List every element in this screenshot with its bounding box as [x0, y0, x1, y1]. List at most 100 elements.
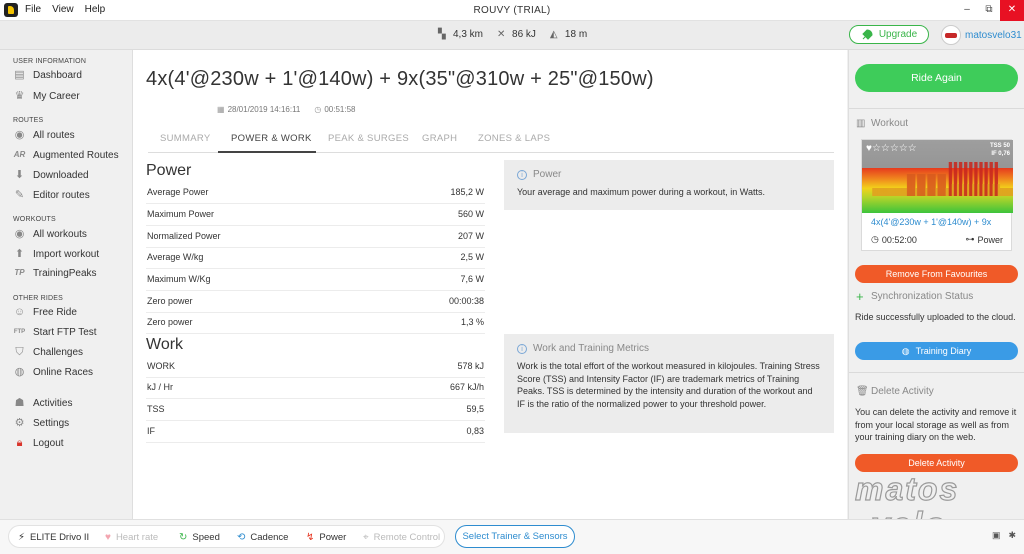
training-diary-label: Training Diary [915, 346, 972, 356]
duration-value: 00:51:58 [324, 105, 356, 114]
sensor-remote-control[interactable]: ⌖ Remote Control [363, 532, 440, 543]
sidebar-item-free-ride[interactable]: ☺ Free Ride [13, 306, 77, 318]
row-label: TSS [147, 404, 165, 414]
sensor-heart-rate[interactable]: ♥ Heart rate [105, 532, 158, 543]
speed-icon: ↻ [179, 532, 188, 543]
table-row: Zero power 00:00:38 [146, 291, 485, 313]
sidebar-item-all-routes[interactable]: ◉ All routes [13, 129, 75, 141]
top-info-bar: ▚ 4,3 km ✕ 86 kJ ◭ 18 m Upgrade matosvel… [0, 21, 1024, 50]
sensor-label: Cadence [250, 532, 289, 543]
window-controls: – ⧉ ✕ [956, 0, 1024, 21]
sync-heading: + Synchronization Status [856, 290, 973, 303]
cutlery-icon: ✕ [497, 29, 506, 40]
row-label: Zero power [147, 317, 193, 327]
row-value: 00:00:38 [448, 296, 484, 306]
workout-card[interactable]: ♥☆☆☆☆☆ TSS 50 IF 0,76 4x(4'@230w + 1'@14… [861, 139, 1013, 251]
sidebar-item-label: Settings [33, 417, 70, 429]
sidebar: USER INFORMATION ▤ Dashboard ♛ My Career… [0, 50, 133, 519]
work-heading: Work [146, 336, 184, 353]
table-row: kJ / Hr 667 kJ/h [146, 377, 485, 399]
close-button[interactable]: ✕ [1000, 0, 1024, 21]
ride-again-button[interactable]: Ride Again [855, 64, 1018, 92]
if-value: IF 0,76 [991, 151, 1010, 157]
training-diary-button[interactable]: ◍ Training Diary [855, 342, 1018, 360]
distance-value: 4,3 km [453, 29, 484, 40]
date-value: 28/01/2019 14:16:11 [227, 105, 301, 114]
workout-card-duration: ◷ 00:52:00 [871, 234, 917, 245]
sidebar-item-activities[interactable]: ☗ Activities [13, 397, 73, 409]
energy-stat: ✕ 86 kJ [497, 29, 536, 40]
sidebar-item-label: Free Ride [33, 306, 77, 318]
favourite-rating[interactable]: ♥☆☆☆☆☆ [866, 143, 917, 154]
mountain-icon: ◭ [549, 29, 558, 40]
ftp-icon: FTP [13, 329, 26, 335]
tab-peak-surges[interactable]: PEAK & SURGES [328, 133, 409, 144]
status-icons: ▣ ✱ [992, 530, 1016, 541]
sensor-label: Remote Control [373, 532, 441, 543]
delete-text: You can delete the activity and remove i… [855, 407, 1017, 442]
workout-card-title[interactable]: 4x(4'@230w + 1'@140w) + 9x [871, 217, 991, 227]
sidebar-item-label: Activities [33, 397, 73, 409]
sidebar-item-settings[interactable]: ⚙ Settings [13, 417, 70, 429]
table-row: TSS 59,5 [146, 399, 485, 421]
sidebar-item-start-ftp-test[interactable]: FTP Start FTP Test [13, 326, 97, 338]
sidebar-item-label: Import workout [33, 248, 100, 260]
delete-activity-button[interactable]: Delete Activity [855, 454, 1018, 472]
sidebar-item-online-races[interactable]: ◍ Online Races [13, 366, 93, 378]
bluetooth-icon: ✱ [1008, 530, 1016, 540]
row-label: Normalized Power [147, 231, 221, 241]
sidebar-item-label: Challenges [33, 346, 84, 358]
maximize-button[interactable]: ⧉ [978, 0, 1000, 21]
sidebar-item-logout[interactable]: 🔒︎ Logout [13, 437, 64, 449]
sidebar-item-editor-routes[interactable]: ✎ Editor routes [13, 189, 90, 201]
smile-icon: ☺ [13, 306, 26, 318]
sidebar-item-dashboard[interactable]: ▤ Dashboard [13, 69, 82, 81]
tab-summary[interactable]: SUMMARY [160, 133, 211, 144]
sidebar-item-label: Augmented Routes [33, 149, 119, 161]
row-value: 185,2 W [450, 187, 484, 197]
remove-favourites-button[interactable]: Remove From Favourites [855, 265, 1018, 283]
elevation-value: 18 m [564, 29, 588, 40]
select-trainer-sensors-button[interactable]: Select Trainer & Sensors [455, 525, 575, 548]
avatar [941, 25, 961, 45]
sensor-trainer[interactable]: ⚡︎ ELITE Drivo II [18, 532, 89, 543]
tab-zones-laps[interactable]: ZONES & LAPS [478, 133, 550, 144]
section-user-information: USER INFORMATION [13, 58, 87, 65]
table-row: Average W/kg 2,5 W [146, 247, 485, 269]
work-info-title: i Work and Training Metrics [517, 343, 649, 354]
sidebar-item-label: Downloaded [33, 169, 89, 181]
clock-icon: ◷ [314, 105, 322, 114]
active-tab-indicator [218, 151, 316, 153]
section-workouts: WORKOUTS [13, 216, 56, 223]
sidebar-item-label: All routes [33, 129, 75, 141]
sidebar-item-downloaded[interactable]: ⬇ Downloaded [13, 169, 89, 181]
upgrade-button[interactable]: Upgrade [849, 25, 929, 44]
sidebar-item-augmented-routes[interactable]: AR Augmented Routes [13, 149, 119, 161]
power-heading: Power [146, 162, 192, 179]
rocket-icon [862, 28, 873, 40]
user-profile[interactable]: matosvelo31 [941, 25, 1022, 45]
row-value: 1,3 % [460, 317, 484, 327]
distance-stat: ▚ 4,3 km [438, 29, 483, 40]
table-row: WORK 578 kJ [146, 356, 485, 378]
sidebar-item-challenges[interactable]: ⛉ Challenges [13, 346, 83, 358]
page-title: 4x(4'@230w + 1'@140w) + 9x(35"@310w + 25… [146, 68, 654, 90]
sidebar-item-all-workouts[interactable]: ◉ All workouts [13, 228, 87, 240]
minimize-button[interactable]: – [956, 0, 978, 21]
sidebar-item-trainingpeaks[interactable]: TP TrainingPeaks [13, 267, 96, 279]
sensor-power[interactable]: ↯ Power [306, 532, 346, 543]
ride-stats: ▚ 4,3 km ✕ 86 kJ ◭ 18 m [438, 29, 587, 40]
title-bar: File View Help ROUVY (TRIAL) – ⧉ ✕ [0, 0, 1024, 21]
workout-date: ▦ 28/01/2019 14:16:11 [217, 105, 300, 114]
section-routes: ROUTES [13, 117, 44, 124]
tab-graph[interactable]: GRAPH [422, 133, 457, 144]
eye-icon: ◉ [14, 228, 25, 240]
sidebar-item-label: All workouts [33, 228, 87, 240]
sensor-cadence[interactable]: ⟲ Cadence [237, 532, 288, 543]
sensor-speed[interactable]: ↻ Speed [179, 532, 220, 543]
tab-power-work[interactable]: POWER & WORK [231, 133, 312, 144]
info-title-label: Work and Training Metrics [533, 343, 649, 354]
sidebar-item-import-workout[interactable]: ⬆ Import workout [13, 248, 99, 260]
trainer-icon: ⚡︎ [18, 532, 26, 543]
sidebar-item-my-career[interactable]: ♛ My Career [13, 90, 80, 102]
